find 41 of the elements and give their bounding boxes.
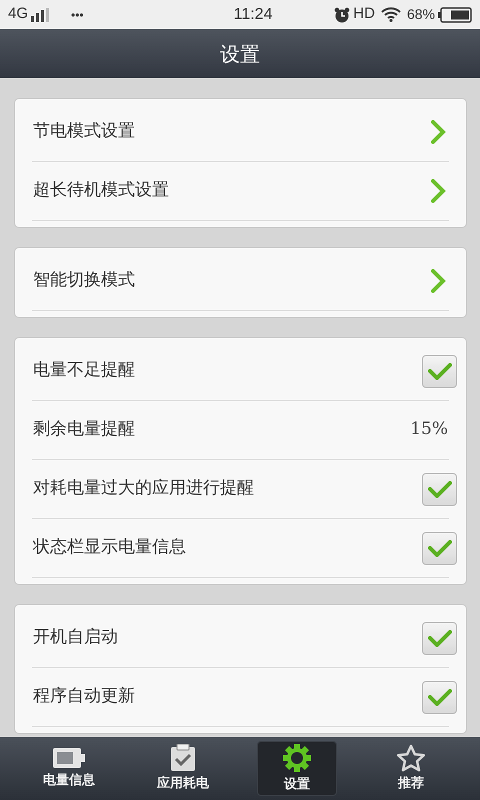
more-dots: ••• [71, 6, 84, 24]
checkmark-icon [428, 688, 452, 706]
tab[interactable]: 设置 [257, 741, 337, 796]
battery-icon [52, 746, 86, 769]
clipboard-check-icon [170, 744, 196, 772]
checkbox[interactable] [422, 532, 457, 564]
setting-label[interactable]: 节电模式设置 [33, 119, 430, 145]
hd-label: HD [353, 4, 375, 24]
signal-icon [31, 8, 52, 22]
chevron-right-icon[interactable] [430, 268, 446, 294]
checkbox[interactable] [422, 354, 457, 388]
checkbox[interactable] [422, 622, 457, 654]
checkmark-icon [428, 539, 452, 557]
setting-label[interactable]: 智能切换模式 [33, 268, 430, 294]
chevron-right-icon[interactable] [430, 119, 446, 145]
setting-label[interactable]: 状态栏显示电量信息 [33, 535, 422, 561]
checkbox[interactable] [422, 680, 457, 714]
setting-label[interactable]: 超长待机模式设置 [33, 178, 430, 204]
setting-label[interactable]: 电量不足提醒 [33, 358, 422, 384]
checkmark-icon [428, 480, 452, 498]
setting-label[interactable]: 程序自动更新 [33, 684, 422, 710]
checkmark-icon [428, 362, 452, 380]
tab[interactable]: 应用耗电 [143, 741, 223, 796]
battery-percent: 68% [406, 5, 435, 24]
battery-icon [438, 6, 472, 22]
checkmark-icon [428, 629, 452, 647]
checkbox[interactable] [422, 472, 457, 506]
setting-label[interactable]: 对耗电量过大的应用进行提醒 [33, 476, 422, 502]
setting-label[interactable]: 剩余电量提醒 [33, 417, 410, 443]
tab[interactable]: 电量信息 [29, 741, 109, 796]
alarm-icon [334, 6, 350, 22]
wifi-icon [380, 7, 401, 22]
gear-icon [282, 742, 312, 773]
star-icon [396, 744, 426, 772]
chevron-right-icon[interactable] [430, 178, 446, 204]
tab[interactable]: 推荐 [371, 741, 451, 796]
page-title: 设置 [220, 40, 260, 68]
setting-value: 15% [410, 418, 448, 442]
setting-label[interactable]: 开机自启动 [33, 625, 422, 651]
clock-time: 11:24 [234, 4, 272, 24]
network-label: 4G [8, 4, 28, 24]
